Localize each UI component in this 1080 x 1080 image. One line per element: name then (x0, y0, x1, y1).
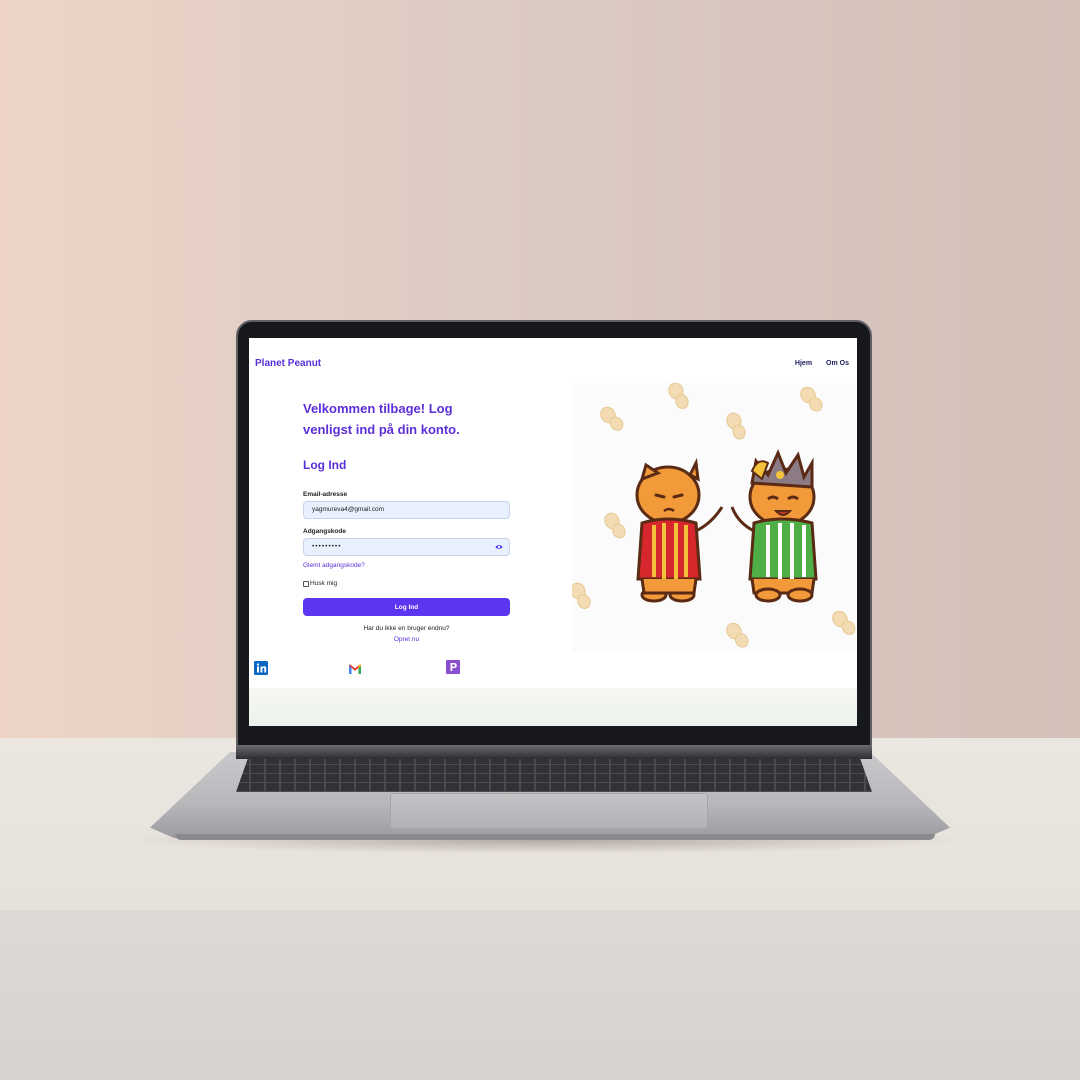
nav-about[interactable]: Om Os (826, 360, 849, 367)
forgot-password-link[interactable]: Glemt adgangskode? (303, 562, 365, 569)
linkedin-icon[interactable] (254, 661, 268, 675)
laptop-base-lip (175, 834, 935, 840)
laptop-touchpad (390, 793, 708, 829)
nav-home[interactable]: Hjem (795, 360, 812, 367)
remember-checkbox[interactable] (303, 580, 309, 587)
welcome-heading: Velkommen tilbage! Log venligst ind på d… (303, 401, 460, 437)
no-account-text: Har du ikke en bruger endnu? (363, 625, 450, 632)
main-nav: Hjem Om Os (795, 360, 849, 367)
login-title: Log Ind (303, 458, 347, 472)
site-logo[interactable]: Planet Peanut (255, 358, 321, 369)
laptop-hinge (236, 745, 872, 759)
site-header: Planet Peanut Hjem Om Os (249, 338, 857, 382)
laptop-keyboard (236, 756, 872, 792)
footer-icons (249, 658, 857, 682)
mascot-illustration (572, 383, 856, 651)
create-account-link[interactable]: Opret nu (303, 636, 510, 643)
email-field[interactable]: yagmureva4@gmail.com (303, 501, 510, 519)
email-label: Email-adresse (303, 491, 348, 498)
password-label: Adgangskode (303, 528, 346, 535)
eye-icon[interactable] (495, 544, 503, 550)
login-button[interactable]: Log Ind (303, 598, 510, 616)
password-field[interactable]: ••••••••• (303, 538, 510, 556)
remember-label: Husk mig (310, 580, 338, 587)
laptop-screen: Planet Peanut Hjem Om Os Velkommen tilba… (249, 338, 857, 726)
desk-front (0, 910, 1080, 1080)
p-icon[interactable] (446, 660, 460, 674)
page-bottom-band (249, 688, 857, 726)
gmail-icon[interactable] (348, 662, 362, 676)
remember-me: Husk mig (303, 580, 337, 587)
